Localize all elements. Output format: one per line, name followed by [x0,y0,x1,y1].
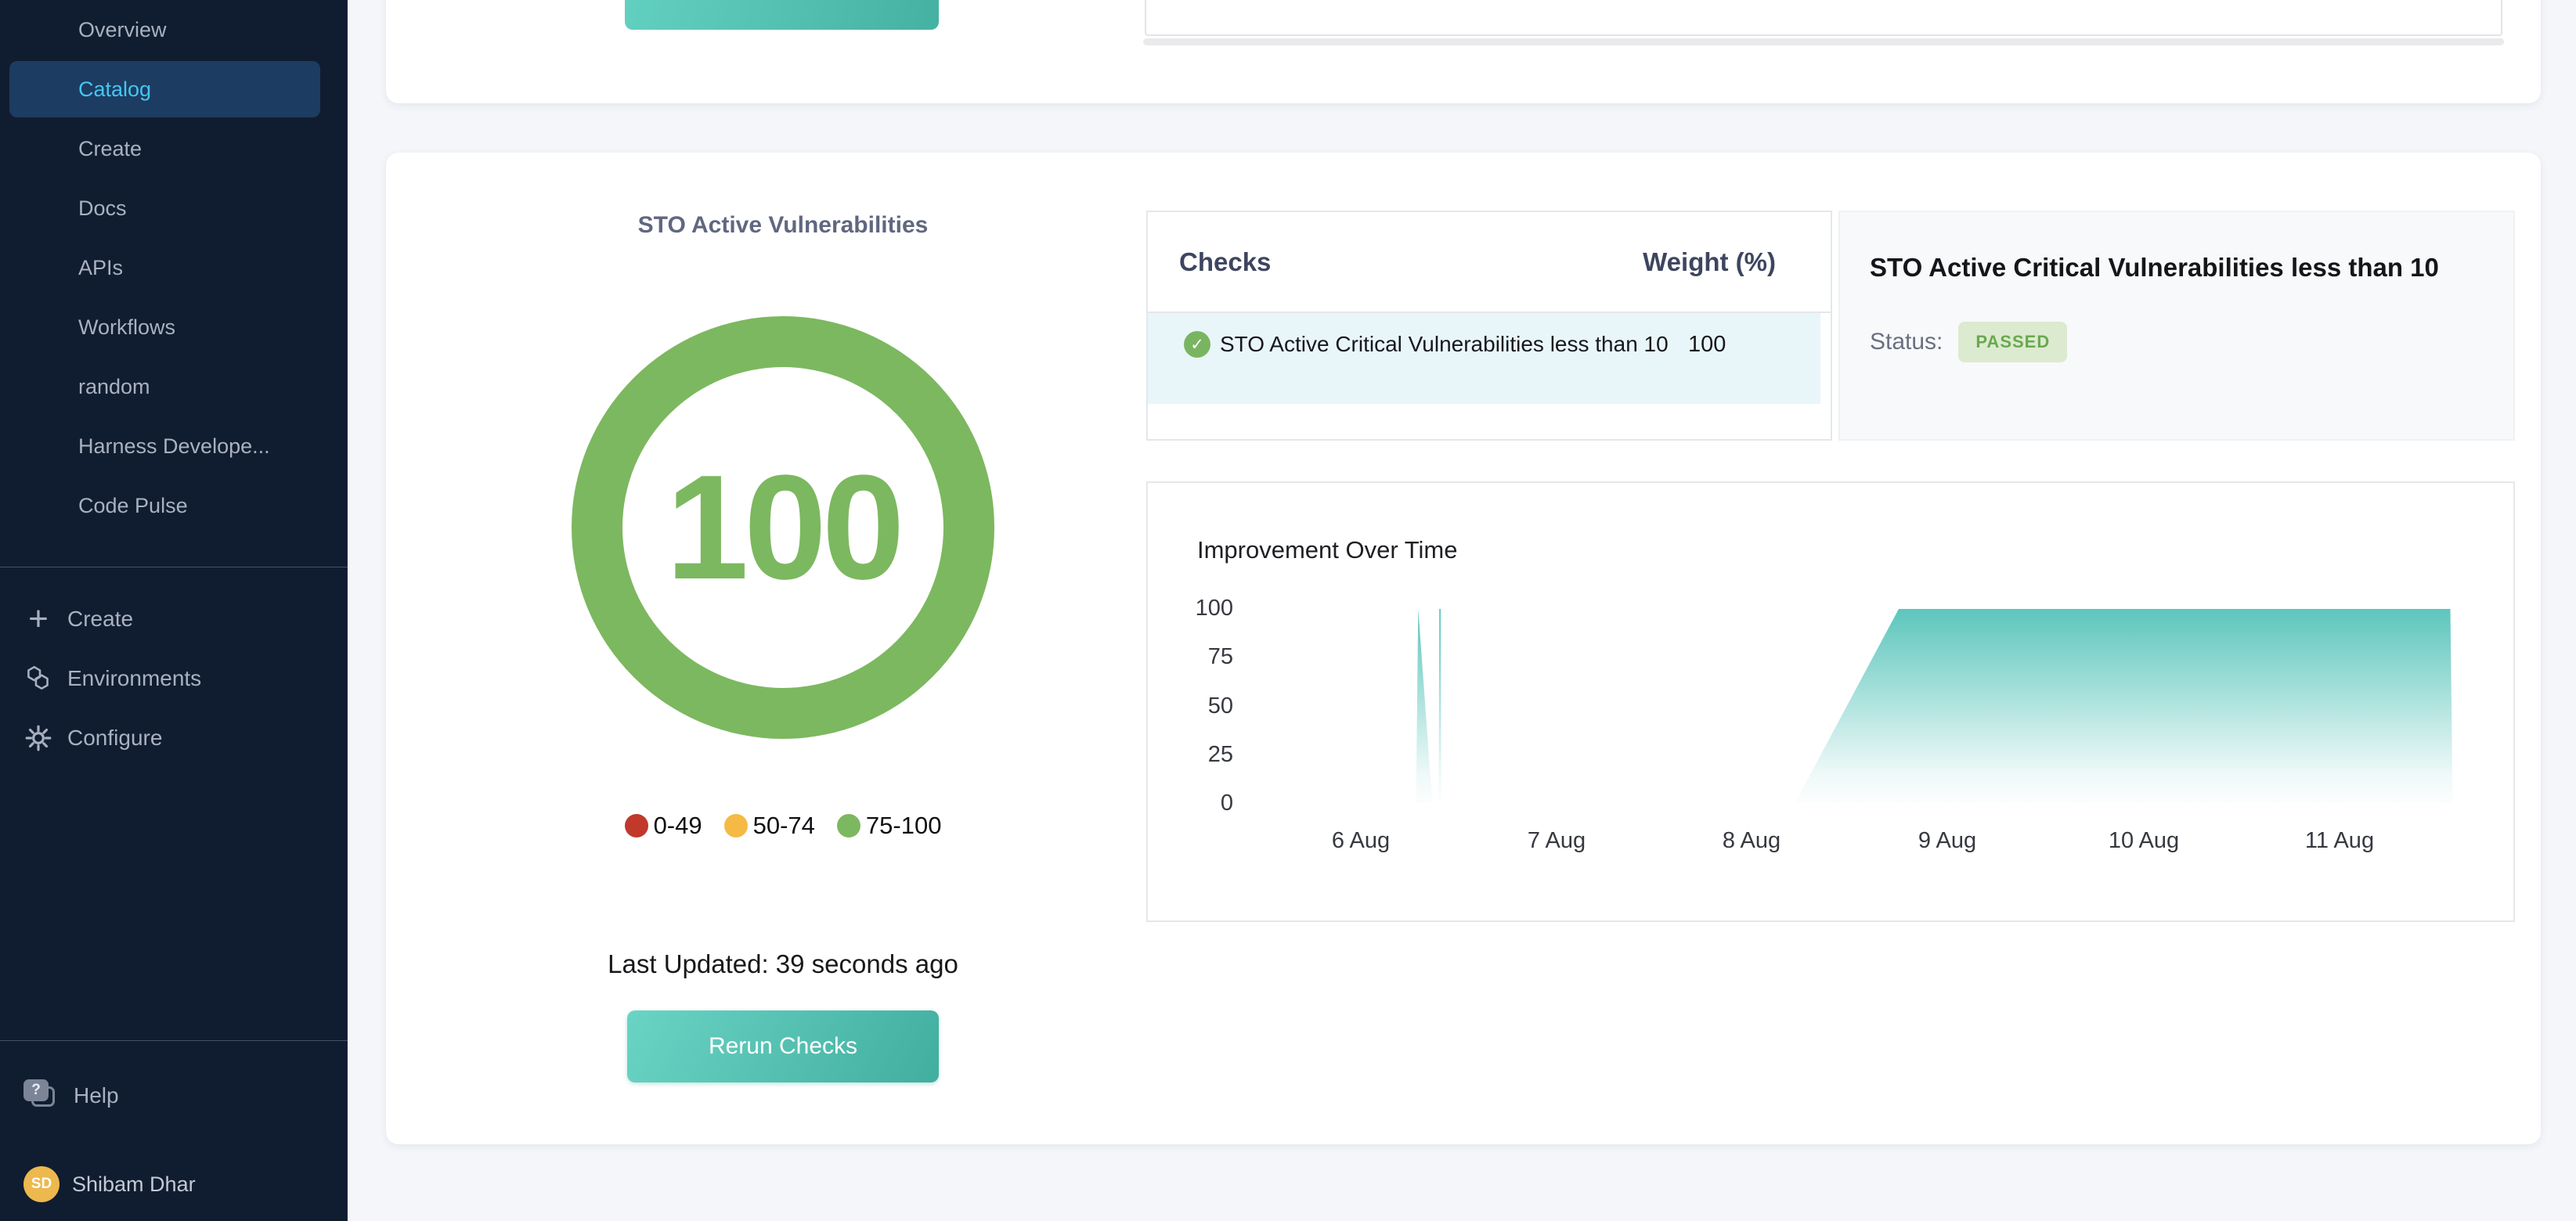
scorecard-card: STO Active Vulnerabilities 100 0-49 50-7… [386,153,2541,1144]
sidebar-item-apis[interactable]: APIs [0,238,347,297]
y-axis-tick: 100 [1148,595,1233,621]
x-axis-tick: 8 Aug [1697,827,1806,854]
scorecard-card-previous [386,0,2541,103]
sidebar-actions: + Create Environments [0,567,347,768]
sidebar-item-harness-developer[interactable]: Harness Develope... [0,416,347,476]
area-series-spike-1 [1416,609,1433,803]
status-label: Status: [1870,329,1943,355]
legend-item-mid: 50-74 [724,812,815,840]
y-axis-tick: 25 [1148,741,1233,768]
rerun-checks-button-partial[interactable] [625,0,939,30]
check-name: STO Active Critical Vulnerabilities less… [1220,329,1690,404]
check-detail-title: STO Active Critical Vulnerabilities less… [1870,253,2490,283]
y-axis-tick: 75 [1148,643,1233,670]
scorecard-title: STO Active Vulnerabilities [386,212,1180,239]
check-detail-panel: STO Active Critical Vulnerabilities less… [1838,211,2515,441]
x-axis-tick: 7 Aug [1502,827,1611,854]
chart-title: Improvement Over Time [1197,536,1457,564]
check-table-row[interactable]: ✓ STO Active Critical Vulnerabilities le… [1148,313,1820,404]
sidebar-action-create[interactable]: + Create [0,589,347,649]
x-axis-tick: 9 Aug [1892,827,2002,854]
last-updated-text: Last Updated: 39 seconds ago [386,949,1180,979]
sidebar-bottom-divider [0,1040,348,1041]
sidebar-action-environments[interactable]: Environments [0,649,347,708]
sidebar-item-code-pulse[interactable]: Code Pulse [0,476,347,535]
sidebar-action-environments-label: Environments [67,666,201,691]
x-axis-tick: 10 Aug [2089,827,2199,854]
sidebar-user[interactable]: SD Shibam Dhar [0,1160,348,1208]
area-series-spike-2 [1439,609,1441,803]
checks-table-header: Checks Weight (%) [1148,212,1831,313]
score-legend: 0-49 50-74 75-100 [386,812,1180,840]
check-passed-icon: ✓ [1184,331,1210,358]
gear-icon [23,723,53,753]
main-content: STO Active Vulnerabilities 100 0-49 50-7… [348,0,2576,1221]
checks-table-partial [1145,0,2502,36]
sidebar-action-configure-label: Configure [67,726,162,751]
sidebar-item-catalog[interactable]: Catalog [9,61,320,117]
legend-label-high: 75-100 [866,812,942,840]
sidebar-item-workflows[interactable]: Workflows [0,297,347,357]
legend-dot-red [625,814,648,837]
sidebar-action-configure[interactable]: Configure [0,708,347,768]
x-axis-tick: 6 Aug [1306,827,1416,854]
legend-item-low: 0-49 [625,812,702,840]
page-root: { "sidebar": { "nav": [ {"label": "Overv… [0,0,2576,1221]
x-axis-tick: 11 Aug [2285,827,2394,854]
score-gauge-inner: 100 [622,367,943,688]
status-row: Status: PASSED [1870,322,2513,362]
improvement-area-chart [1265,609,2504,803]
legend-label-low: 0-49 [654,812,702,840]
score-gauge: 100 [572,316,994,739]
sidebar-item-random[interactable]: random [0,357,347,416]
sidebar-nav: Overview Catalog Create Docs APIs Workfl… [0,0,347,535]
status-badge: PASSED [1958,322,2067,362]
y-axis-tick: 0 [1148,790,1233,816]
legend-dot-green [837,814,860,837]
sidebar: Overview Catalog Create Docs APIs Workfl… [0,0,348,1221]
checks-column-header: Checks [1179,247,1271,277]
horizontal-scrollbar[interactable] [1143,38,2504,45]
improvement-chart-panel: Improvement Over Time 100 75 50 25 0 6 A… [1146,481,2515,922]
checks-panel: Checks Weight (%) ✓ STO Active Critical … [1146,211,1832,441]
legend-dot-yellow [724,814,748,837]
sidebar-help[interactable]: ? Help [0,1071,348,1121]
check-weight-value: 100 [1688,332,1726,358]
sidebar-action-create-label: Create [67,607,133,632]
area-series-sustained-100 [1795,609,2453,803]
score-value: 100 [666,442,900,613]
environments-icon [23,664,53,693]
weight-column-header: Weight (%) [1643,247,1776,277]
y-axis-tick: 50 [1148,693,1233,719]
sidebar-item-overview[interactable]: Overview [0,0,347,59]
user-name: Shibam Dhar [72,1172,196,1197]
sidebar-help-label: Help [74,1083,119,1108]
avatar: SD [23,1166,60,1202]
legend-label-mid: 50-74 [753,812,815,840]
help-chat-icon: ? [23,1079,58,1112]
sidebar-item-docs[interactable]: Docs [0,178,347,238]
plus-icon: + [23,604,53,634]
sidebar-item-create[interactable]: Create [0,119,347,178]
rerun-checks-button[interactable]: Rerun Checks [627,1010,939,1082]
legend-item-high: 75-100 [837,812,942,840]
